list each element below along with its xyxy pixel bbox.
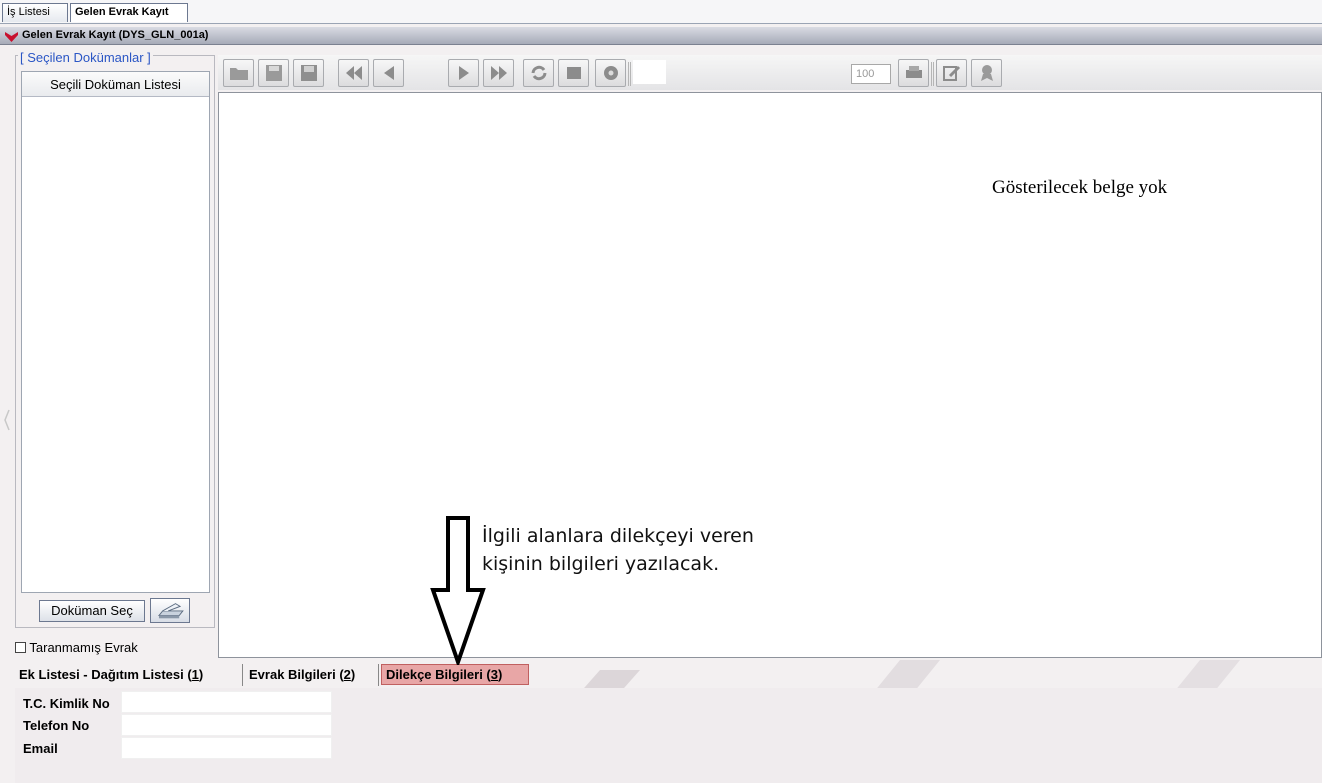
edit-button[interactable]: [936, 59, 967, 87]
splitter-handle-icon[interactable]: [0, 50, 14, 660]
top-tab-strip: İş Listesi Gelen Evrak Kayıt: [0, 0, 1322, 24]
rotate-button[interactable]: [523, 59, 554, 87]
certificate-button[interactable]: [971, 59, 1002, 87]
telefon-input[interactable]: [121, 714, 332, 736]
annotation-line-1: İlgili alanlara dilekçeyi veren: [482, 525, 754, 547]
doc-list-header: Seçili Doküman Listesi: [22, 72, 209, 97]
email-input[interactable]: [121, 737, 332, 759]
page-number-input[interactable]: [633, 60, 666, 84]
scanner-icon: [158, 603, 184, 619]
scan-button[interactable]: [150, 598, 190, 623]
toolbar-separator: [931, 62, 934, 86]
selected-docs-legend: [ Seçilen Dokümanlar ]: [18, 50, 153, 65]
tab-is-listesi[interactable]: İş Listesi: [2, 3, 68, 22]
last-page-button[interactable]: [483, 59, 514, 87]
zoom-spinner[interactable]: 100: [851, 64, 891, 84]
save-icon: [266, 65, 282, 81]
app-logo-icon: [5, 32, 18, 42]
prev-page-icon: [384, 66, 394, 80]
document-viewer[interactable]: Gösterilecek belge yok: [218, 92, 1322, 658]
save-button[interactable]: [258, 59, 289, 87]
print-button[interactable]: [898, 59, 929, 87]
tc-kimlik-input[interactable]: [121, 691, 332, 713]
tab-gelen-evrak-kayit[interactable]: Gelen Evrak Kayıt: [70, 3, 188, 22]
email-label: Email: [23, 741, 58, 756]
save-all-button[interactable]: [293, 59, 324, 87]
title-bar: Gelen Evrak Kayıt (DYS_GLN_001a): [0, 27, 1322, 45]
first-page-icon: [346, 66, 362, 80]
last-page-icon: [491, 66, 507, 80]
settings-icon: [604, 66, 618, 80]
open-icon: [230, 68, 248, 80]
tab-ek-listesi[interactable]: Ek Listesi - Dağıtım Listesi (1): [15, 664, 243, 686]
certificate-icon: [981, 65, 993, 81]
toolbar-separator: [628, 62, 631, 86]
tab-dilekce-bilgileri[interactable]: Dilekçe Bilgileri (3): [381, 664, 529, 685]
fit-icon: [567, 67, 581, 79]
unscanned-doc-checkbox[interactable]: Taranmamış Evrak: [15, 640, 138, 656]
print-icon: [906, 66, 922, 78]
window-title: Gelen Evrak Kayıt (DYS_GLN_001a): [22, 29, 209, 41]
tab-evrak-bilgileri[interactable]: Evrak Bilgileri (2): [245, 664, 379, 686]
next-page-button[interactable]: [448, 59, 479, 87]
app-window: İş Listesi Gelen Evrak Kayıt Gelen Evrak…: [0, 0, 1322, 783]
settings-button[interactable]: [595, 59, 626, 87]
fit-button[interactable]: [558, 59, 589, 87]
first-page-button[interactable]: [338, 59, 369, 87]
annotation-line-2: kişinin bilgileri yazılacak.: [482, 553, 720, 575]
selected-doc-list[interactable]: Seçili Doküman Listesi: [21, 71, 210, 593]
petition-info-form: T.C. Kimlik No Telefon No Email: [15, 688, 1322, 783]
annotation-text: İlgili alanlara dilekçeyi veren kişinin …: [482, 522, 754, 578]
open-button[interactable]: [223, 59, 254, 87]
zoom-value: 100: [856, 68, 875, 80]
tc-kimlik-label: T.C. Kimlik No: [23, 696, 110, 711]
prev-page-button[interactable]: [373, 59, 404, 87]
edit-icon: [943, 65, 961, 81]
telefon-label: Telefon No: [23, 718, 90, 733]
save-all-icon: [301, 65, 317, 81]
checkbox-box[interactable]: [15, 642, 26, 653]
viewer-toolbar: 100: [218, 55, 1322, 90]
unscanned-doc-label: Taranmamış Evrak: [29, 640, 138, 655]
select-document-button[interactable]: Doküman Seç: [39, 600, 145, 622]
empty-viewer-message: Gösterilecek belge yok: [992, 177, 1168, 198]
rotate-icon: [531, 65, 547, 81]
next-page-icon: [459, 66, 469, 80]
